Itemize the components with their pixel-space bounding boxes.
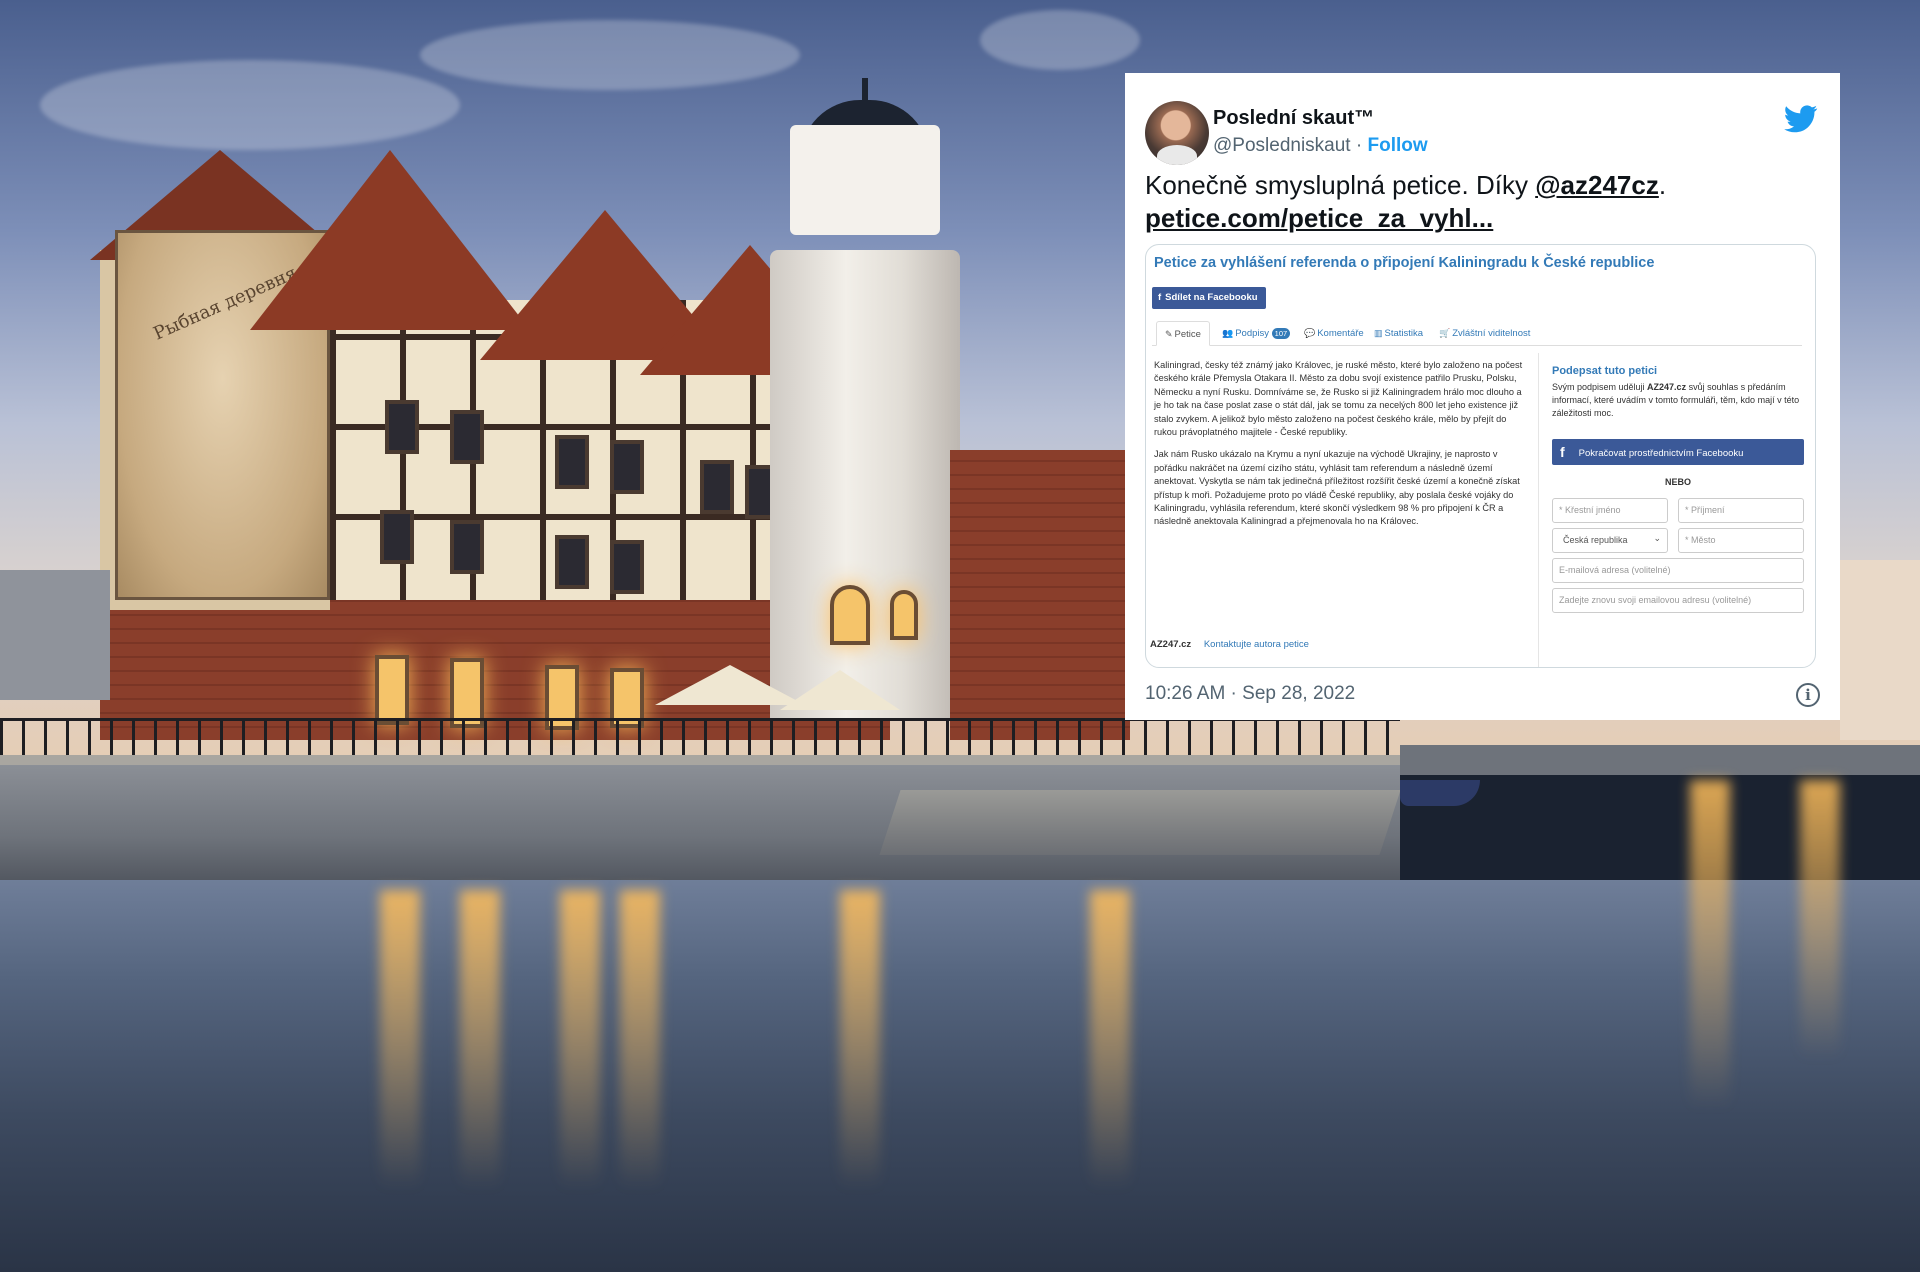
tweet-text-end: . bbox=[1658, 170, 1667, 200]
cloud bbox=[420, 20, 800, 90]
pier bbox=[879, 790, 1401, 855]
column-divider bbox=[1538, 353, 1539, 667]
window bbox=[450, 410, 484, 464]
sign-description: Svým podpisem uděluji AZ247.cz svůj souh… bbox=[1552, 381, 1812, 420]
light-reflection bbox=[840, 890, 880, 1190]
petition-body: Kaliningrad, česky též známý jako Králov… bbox=[1154, 359, 1526, 538]
petition-tabs: ✎ Petice 👥 Podpisy 107 💬 Komentáře ▥ Statist… bbox=[1152, 321, 1802, 346]
petition-paragraph: Jak nám Rusko ukázalo na Krymu a nyní uk… bbox=[1154, 449, 1520, 527]
petition-footer: AZ247.cz Kontaktujte autora petice bbox=[1150, 639, 1309, 650]
tab-statistika: ▥ Statistika bbox=[1374, 321, 1423, 346]
window bbox=[610, 540, 644, 594]
window bbox=[610, 440, 644, 494]
railing bbox=[0, 718, 1400, 758]
distant-building bbox=[0, 570, 110, 700]
tab-podpisy: 👥 Podpisy 107 bbox=[1222, 321, 1291, 346]
handle-row: @Posledniskaut · Follow bbox=[1213, 135, 1428, 157]
separator: · bbox=[1355, 135, 1363, 156]
cloud bbox=[980, 10, 1140, 70]
light-reflection bbox=[1800, 780, 1840, 1060]
tower-lantern bbox=[790, 125, 940, 235]
tab-zvlastni-viditelnost: 🛒 Zvláštní viditelnost bbox=[1439, 321, 1530, 346]
river-water bbox=[0, 880, 1920, 1272]
author-name[interactable]: Poslední skaut™ bbox=[1213, 107, 1374, 130]
tab-label: Podpisy bbox=[1235, 328, 1270, 339]
follow-button[interactable]: Follow bbox=[1367, 135, 1427, 156]
boat bbox=[1400, 780, 1480, 806]
light-reflection bbox=[380, 890, 420, 1190]
lighthouse-tower bbox=[770, 250, 960, 720]
signature-count-badge: 107 bbox=[1271, 328, 1291, 339]
mention-link[interactable]: @az247cz bbox=[1535, 170, 1659, 200]
or-divider: NEBO bbox=[1664, 477, 1691, 487]
light-reflection bbox=[560, 890, 600, 1190]
tweet-text: Konečně smysluplná petice. Díky @az247cz… bbox=[1145, 169, 1825, 235]
tab-label: Zvláštní viditelnost bbox=[1452, 328, 1531, 339]
country-select: Česká republika bbox=[1552, 528, 1668, 553]
tweet-header: Poslední skaut™ @Posledniskaut · Follow bbox=[1145, 87, 1820, 165]
avatar[interactable] bbox=[1145, 101, 1209, 165]
window bbox=[555, 535, 589, 589]
site-brand: AZ247.cz bbox=[1150, 639, 1192, 650]
facebook-share-button: f Sdílet na Facebooku bbox=[1152, 287, 1266, 309]
petition-title: Petice za vyhlášení referenda o připojen… bbox=[1154, 255, 1655, 271]
window bbox=[700, 460, 734, 514]
pencil-icon: ✎ bbox=[1165, 329, 1173, 339]
author-handle[interactable]: @Posledniskaut bbox=[1213, 135, 1351, 156]
lit-window bbox=[890, 590, 918, 640]
sign-panel: Podepsat tuto petici Svým podpisem udělu… bbox=[1552, 365, 1812, 613]
facebook-continue-label: Pokračovat prostřednictvím Facebooku bbox=[1578, 448, 1744, 459]
facebook-share-label: Sdílet na Facebooku bbox=[1165, 292, 1258, 303]
cloud bbox=[40, 60, 460, 150]
sign-desc-text: Svým podpisem uděluji bbox=[1552, 382, 1648, 392]
info-icon[interactable]: i bbox=[1796, 683, 1820, 707]
first-name-field: * Křestní jméno bbox=[1552, 498, 1668, 523]
light-reflection bbox=[1690, 780, 1730, 1110]
cart-icon: 🛒 bbox=[1439, 328, 1451, 338]
brick-building bbox=[950, 450, 1130, 740]
facebook-icon: f bbox=[1158, 292, 1162, 303]
attached-screenshot[interactable]: Petice za vyhlášení referenda o připojen… bbox=[1145, 244, 1816, 668]
light-reflection bbox=[460, 890, 500, 1190]
facebook-continue-button: f Pokračovat prostřednictvím Facebooku bbox=[1552, 439, 1804, 465]
comments-icon: 💬 bbox=[1304, 328, 1316, 338]
petition-paragraph: Kaliningrad, česky též známý jako Králov… bbox=[1154, 360, 1523, 438]
window bbox=[380, 510, 414, 564]
city-field: * Město bbox=[1678, 528, 1804, 553]
tab-label: Petice bbox=[1174, 329, 1201, 340]
light-reflection bbox=[620, 890, 660, 1190]
last-name-field: * Příjmení bbox=[1678, 498, 1804, 523]
tweet-timestamp[interactable]: 10:26 AM · Sep 28, 2022 bbox=[1145, 683, 1355, 705]
window bbox=[555, 435, 589, 489]
contact-author-link: Kontaktujte autora petice bbox=[1203, 639, 1309, 650]
window bbox=[385, 400, 419, 454]
sign-desc-brand: AZ247.cz bbox=[1647, 382, 1687, 392]
tweet-card: Poslední skaut™ @Posledniskaut · Follow … bbox=[1125, 73, 1840, 720]
email-repeat-field: Zadejte znovu svoji emailovou adresu (vo… bbox=[1552, 588, 1804, 613]
url-link[interactable]: petice.com/petice_za_vyhl... bbox=[1145, 202, 1825, 235]
sign-title: Podepsat tuto petici bbox=[1552, 365, 1658, 377]
tab-komentare: 💬 Komentáře bbox=[1304, 321, 1364, 346]
lit-window bbox=[375, 655, 409, 725]
tweet-text-body: Konečně smysluplná petice. Díky bbox=[1145, 170, 1536, 200]
facebook-icon: f bbox=[1560, 444, 1565, 460]
lit-window bbox=[830, 585, 870, 645]
tab-label: Statistika bbox=[1384, 328, 1424, 339]
email-field: E-mailová adresa (volitelné) bbox=[1552, 558, 1804, 583]
distant-building bbox=[1840, 560, 1920, 740]
twitter-bird-icon[interactable] bbox=[1784, 105, 1818, 133]
bar-chart-icon: ▥ bbox=[1374, 328, 1383, 338]
tab-label: Komentáře bbox=[1317, 328, 1364, 339]
window bbox=[450, 520, 484, 574]
tab-petice: ✎ Petice bbox=[1156, 321, 1210, 346]
users-icon: 👥 bbox=[1222, 328, 1234, 338]
light-reflection bbox=[1090, 890, 1130, 1190]
quay-wall bbox=[1400, 745, 1920, 775]
